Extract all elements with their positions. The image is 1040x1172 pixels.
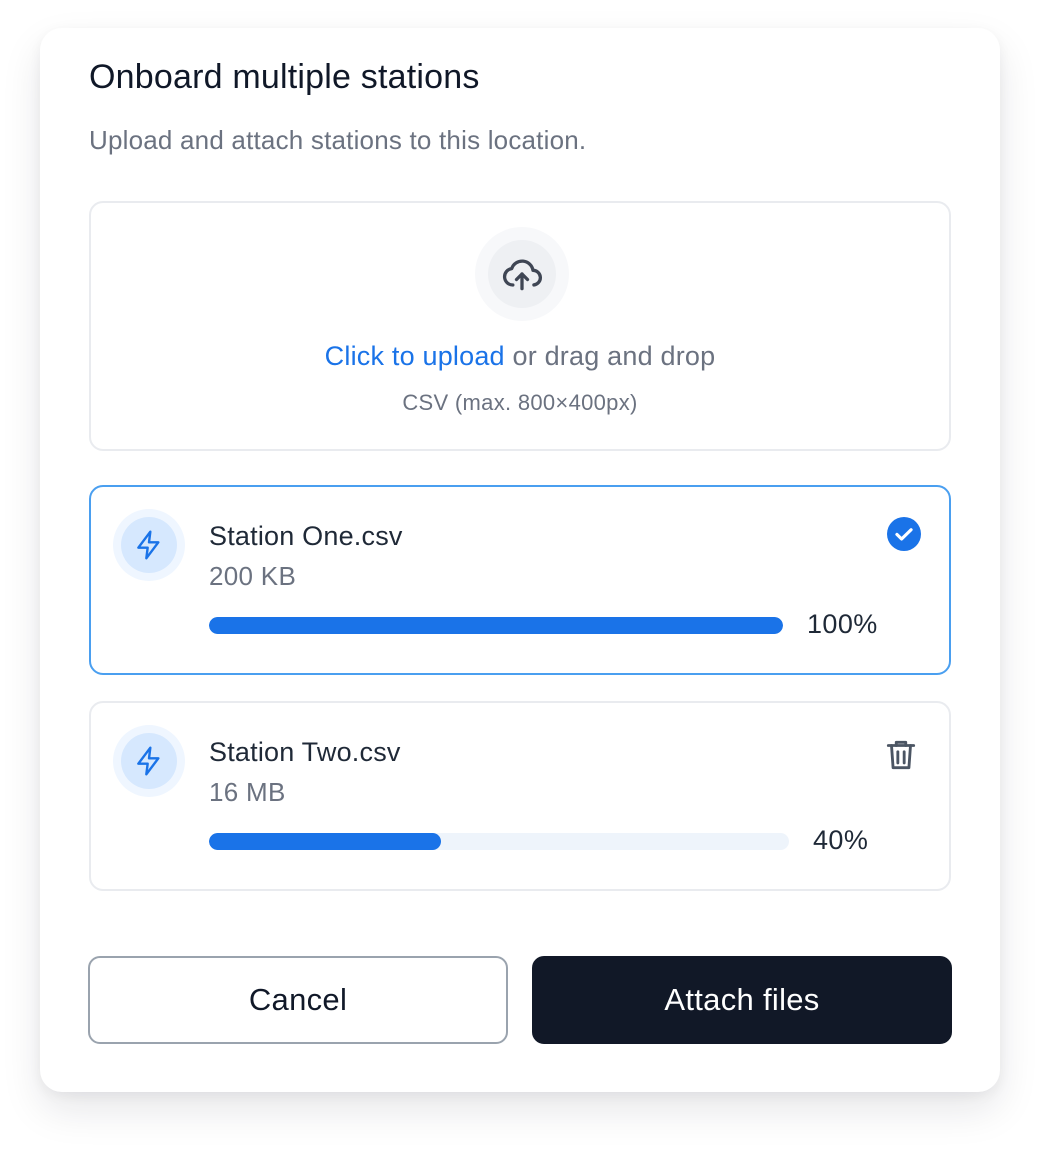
delete-file-button[interactable] bbox=[881, 735, 921, 775]
drag-drop-text: or drag and drop bbox=[504, 341, 716, 371]
file-name: Station One.csv bbox=[209, 521, 403, 551]
progress-bar bbox=[209, 617, 783, 634]
onboard-stations-dialog: Onboard multiple stations Upload and att… bbox=[40, 28, 1000, 1092]
lightning-icon bbox=[137, 530, 160, 560]
file-size: 200 KB bbox=[209, 561, 297, 591]
click-to-upload-link[interactable]: Click to upload bbox=[325, 341, 505, 371]
dialog-subtitle: Upload and attach stations to this locat… bbox=[89, 125, 587, 155]
cancel-button[interactable]: Cancel bbox=[88, 956, 508, 1044]
progress-fill bbox=[209, 617, 783, 634]
progress-percent: 100% bbox=[807, 609, 878, 639]
dialog-title: Onboard multiple stations bbox=[89, 58, 480, 96]
attach-files-button[interactable]: Attach files bbox=[532, 956, 952, 1044]
upload-dropzone[interactable]: Click to upload or drag and drop CSV (ma… bbox=[89, 201, 951, 451]
check-circle-icon bbox=[887, 517, 921, 551]
upload-icon-badge bbox=[475, 227, 569, 321]
trash-icon bbox=[886, 740, 916, 770]
progress-fill bbox=[209, 833, 441, 850]
progress-percent: 40% bbox=[813, 825, 869, 855]
file-type-hint: CSV (max. 800×400px) bbox=[402, 390, 638, 415]
cloud-upload-icon bbox=[502, 259, 542, 291]
upload-instruction: Click to upload or drag and drop bbox=[91, 341, 949, 372]
file-item: Station One.csv 200 KB 100% bbox=[89, 485, 951, 675]
file-item: Station Two.csv 16 MB 40% bbox=[89, 701, 951, 891]
progress-bar bbox=[209, 833, 789, 850]
file-icon-badge bbox=[113, 725, 185, 797]
file-name: Station Two.csv bbox=[209, 737, 401, 767]
file-icon-badge bbox=[113, 509, 185, 581]
file-size: 16 MB bbox=[209, 777, 286, 807]
lightning-icon bbox=[137, 746, 160, 776]
